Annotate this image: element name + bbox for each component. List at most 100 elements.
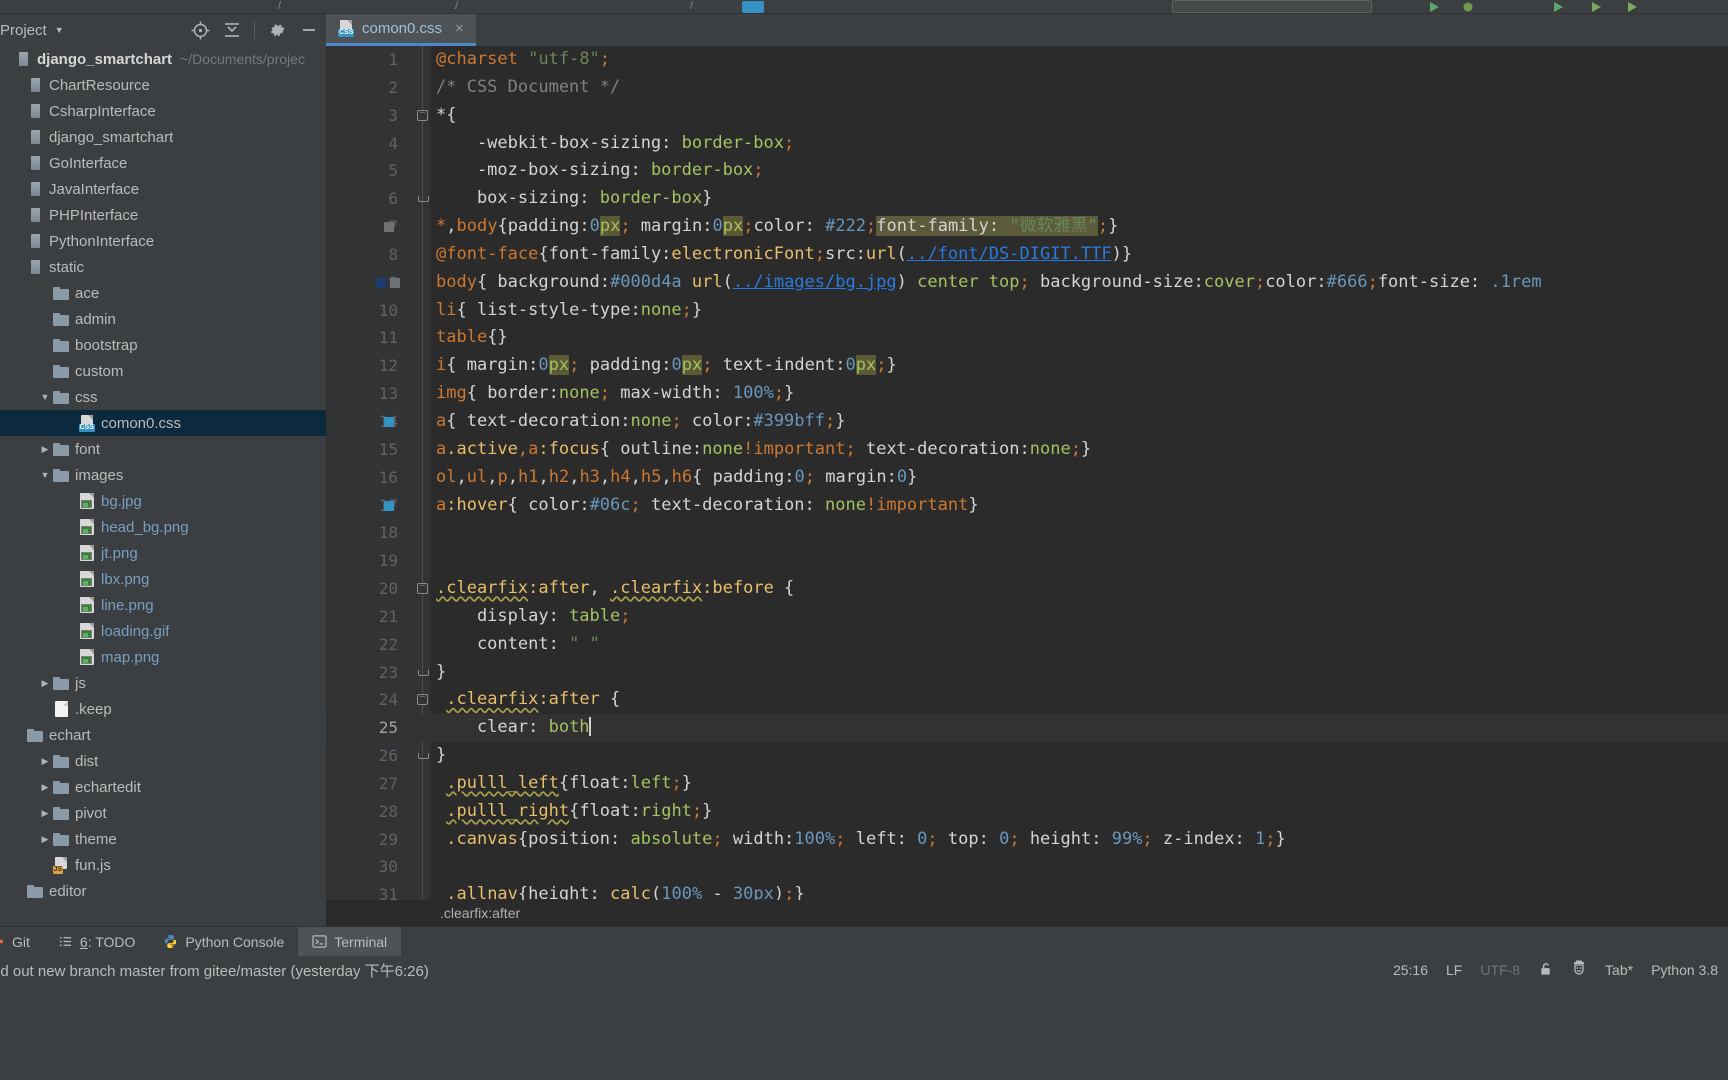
tree-item[interactable]: line.png bbox=[0, 592, 326, 618]
code-line[interactable]: 12 i{ margin:0px; padding:0px; text-inden… bbox=[326, 352, 1728, 380]
tree-item[interactable]: custom bbox=[0, 358, 326, 384]
code-line[interactable]: 2 /* CSS Document */ bbox=[326, 74, 1728, 102]
code-line[interactable]: 11 table{} bbox=[326, 324, 1728, 352]
python-interpreter[interactable]: Python 3.8 bbox=[1651, 962, 1718, 978]
source-code[interactable]: 1 @charset "utf-8"; 2 /* CSS Document */ 3 *{… bbox=[326, 46, 1728, 926]
code-line[interactable]: 17a:hover{ color:#06c; text-decoration: … bbox=[326, 492, 1728, 520]
tree-item[interactable]: ▶ dist bbox=[0, 748, 326, 774]
line-separator[interactable]: LF bbox=[1446, 962, 1462, 978]
tree-item[interactable]: django_smartchart ~/Documents/projec bbox=[0, 46, 326, 72]
tree-item[interactable]: PHPInterface bbox=[0, 202, 326, 228]
indent-setting[interactable]: Tab* bbox=[1605, 962, 1633, 978]
code-fold-handle[interactable] bbox=[417, 750, 429, 761]
code-fold-handle[interactable] bbox=[417, 694, 428, 706]
tree-item[interactable]: JavaInterface bbox=[0, 176, 326, 202]
chevron-right-icon[interactable]: ▶ bbox=[38, 774, 52, 800]
tree-item[interactable]: head_bg.png bbox=[0, 514, 326, 540]
project-tree[interactable]: django_smartchart ~/Documents/projec Chart… bbox=[0, 46, 326, 926]
gutter-marker[interactable] bbox=[384, 222, 394, 233]
hector-icon[interactable] bbox=[1571, 960, 1587, 980]
tree-item[interactable]: static bbox=[0, 254, 326, 280]
chevron-right-icon[interactable]: ▶ bbox=[38, 826, 52, 852]
chevron-down-icon[interactable]: ▼ bbox=[38, 462, 52, 488]
tree-item[interactable]: CSS comon0.css bbox=[0, 410, 326, 436]
tree-item[interactable]: CsharpInterface bbox=[0, 98, 326, 124]
code-line[interactable]: 28 .pulll_right{float:right;} bbox=[326, 798, 1728, 826]
code-line[interactable]: 14a{ text-decoration:none; color:#399bff… bbox=[326, 408, 1728, 436]
tree-item[interactable]: ▶ font bbox=[0, 436, 326, 462]
tree-item[interactable]: GoInterface bbox=[0, 150, 326, 176]
code-line[interactable]: 26} bbox=[326, 742, 1728, 770]
code-line[interactable]: 5 -moz-box-sizing: border-box; bbox=[326, 157, 1728, 185]
code-line[interactable]: 20 .clearfix:after, .clearfix:before { bbox=[326, 575, 1728, 603]
code-line[interactable]: 21 display: table; bbox=[326, 603, 1728, 631]
code-line[interactable]: 15 a.active,a:focus{ outline:none!importa… bbox=[326, 436, 1728, 464]
code-line[interactable]: 18 bbox=[326, 519, 1728, 547]
code-line[interactable]: 1 @charset "utf-8"; bbox=[326, 46, 1728, 74]
gear-icon[interactable] bbox=[264, 17, 290, 43]
code-line[interactable]: 23} bbox=[326, 659, 1728, 687]
tool-window-python-console[interactable]: Python Console bbox=[149, 927, 298, 957]
chevron-right-icon[interactable]: ▶ bbox=[38, 670, 52, 696]
status-message[interactable]: ed out new branch master from gitee/mast… bbox=[0, 960, 429, 981]
code-line[interactable]: 4 -webkit-box-sizing: border-box; bbox=[326, 130, 1728, 158]
code-line[interactable]: 22 content: " " bbox=[326, 631, 1728, 659]
chevron-right-icon[interactable]: ▶ bbox=[38, 436, 52, 462]
code-editor[interactable]: 1 @charset "utf-8"; 2 /* CSS Document */ 3 *{… bbox=[326, 46, 1728, 926]
tool-window-terminal[interactable]: Terminal bbox=[298, 926, 402, 957]
tree-item[interactable]: ace bbox=[0, 280, 326, 306]
unlocked-icon[interactable] bbox=[1538, 961, 1553, 980]
coverage-icon[interactable] bbox=[1552, 1, 1564, 13]
code-fold-handle[interactable] bbox=[417, 193, 429, 204]
code-line[interactable]: 13 img{ border:none; max-width: 100%;} bbox=[326, 380, 1728, 408]
code-line[interactable]: 25 clear: both bbox=[326, 714, 1728, 743]
code-fold-handle[interactable] bbox=[417, 109, 428, 121]
code-line[interactable]: 29 .canvas{position: absolute; width:100… bbox=[326, 826, 1728, 854]
tree-item[interactable]: JS fun.js bbox=[0, 852, 326, 878]
code-line[interactable]: 6 box-sizing: border-box} bbox=[326, 185, 1728, 213]
code-line[interactable]: 30 bbox=[326, 853, 1728, 881]
close-icon[interactable]: × bbox=[455, 20, 464, 37]
gutter-marker[interactable] bbox=[384, 416, 394, 427]
more-run-icon[interactable] bbox=[1626, 1, 1638, 13]
tree-item[interactable]: .keep bbox=[0, 696, 326, 722]
run-configuration-selector[interactable] bbox=[1172, 0, 1372, 13]
code-line[interactable]: 24 .clearfix:after { bbox=[326, 686, 1728, 714]
tree-item[interactable]: loading.gif bbox=[0, 618, 326, 644]
tree-item[interactable]: bootstrap bbox=[0, 332, 326, 358]
tree-item[interactable]: ChartResource bbox=[0, 72, 326, 98]
tree-item[interactable]: lbx.png bbox=[0, 566, 326, 592]
encoding[interactable]: UTF-8 bbox=[1480, 962, 1520, 978]
code-line[interactable]: 10 li{ list-style-type:none;} bbox=[326, 297, 1728, 325]
tree-item[interactable]: ▶ pivot bbox=[0, 800, 326, 826]
code-fold-handle[interactable] bbox=[417, 583, 428, 595]
profile-icon[interactable] bbox=[1590, 1, 1602, 13]
tree-item[interactable]: ▶ theme bbox=[0, 826, 326, 852]
gutter-marker[interactable] bbox=[376, 277, 386, 288]
code-line[interactable]: 3 *{ bbox=[326, 102, 1728, 130]
tree-item[interactable]: admin bbox=[0, 306, 326, 332]
code-line[interactable]: 7*,body{padding:0px; margin:0px;color: #… bbox=[326, 213, 1728, 241]
code-fold-handle[interactable] bbox=[417, 667, 429, 678]
tree-item[interactable]: ▶ js bbox=[0, 670, 326, 696]
collapse-all-icon[interactable] bbox=[219, 17, 245, 43]
locate-icon[interactable] bbox=[187, 17, 213, 43]
tree-item[interactable]: map.png bbox=[0, 644, 326, 670]
tree-item[interactable]: django_smartchart bbox=[0, 124, 326, 150]
code-line[interactable]: 19 bbox=[326, 547, 1728, 575]
breadcrumb[interactable]: .clearfix:after bbox=[326, 900, 1728, 926]
chevron-down-icon[interactable]: ▼ bbox=[55, 25, 64, 35]
caret-position[interactable]: 25:16 bbox=[1393, 962, 1428, 978]
code-line[interactable]: 16 ol,ul,p,h1,h2,h3,h4,h5,h6{ padding:0; … bbox=[326, 464, 1728, 492]
tree-item[interactable]: echart bbox=[0, 722, 326, 748]
run-icon[interactable] bbox=[1428, 1, 1440, 13]
chevron-right-icon[interactable]: ▶ bbox=[38, 800, 52, 826]
tree-item[interactable]: editor bbox=[0, 878, 326, 904]
code-line[interactable]: 9 body{ background:#000d4a url(../images/… bbox=[326, 269, 1728, 297]
tool-window-git[interactable]: Git bbox=[0, 927, 44, 957]
code-line[interactable]: 27 .pulll_left{float:left;} bbox=[326, 770, 1728, 798]
chevron-down-icon[interactable]: ▼ bbox=[38, 384, 52, 410]
debug-icon[interactable] bbox=[1462, 1, 1474, 13]
tree-item[interactable]: ▼ images bbox=[0, 462, 326, 488]
tree-item[interactable]: jt.png bbox=[0, 540, 326, 566]
